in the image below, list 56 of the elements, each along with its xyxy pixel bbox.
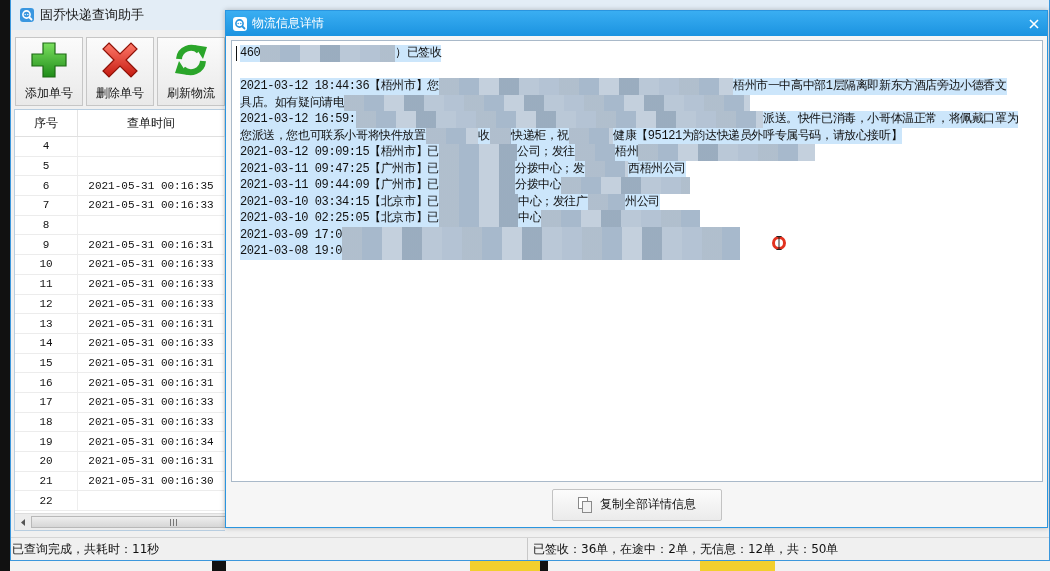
- window-title: 固乔快递查询助手: [40, 6, 144, 24]
- plus-icon: [31, 42, 67, 78]
- text-caret: [236, 46, 237, 61]
- table-cell: 4: [15, 137, 78, 156]
- caret-left-icon[interactable]: [20, 518, 25, 526]
- copy-icon: [578, 496, 592, 513]
- detail-text: 2021-03-11 09:44:09【广州市】已: [240, 177, 439, 194]
- toolbar-button[interactable]: 删除单号: [86, 37, 154, 106]
- refresh-icon: [173, 42, 209, 78]
- table-cell: 5: [15, 156, 78, 176]
- detail-text: 2021-03-12 18:44:36【梧州市】您: [240, 78, 439, 95]
- toolbar-button[interactable]: 添加单号: [15, 37, 83, 106]
- detail-text: 派送。快件已消毒，小哥体温正常，将佩戴口罩为: [763, 111, 1019, 128]
- text-cursor-icon: [771, 235, 787, 251]
- table-cell: 7: [15, 196, 78, 215]
- detail-text: 2021-03-08 19:0: [240, 243, 343, 260]
- detail-text: 分拨中心: [515, 177, 562, 194]
- detail-text: 中心: [518, 210, 542, 227]
- horizontal-scrollbar[interactable]: [15, 513, 225, 530]
- dialog-title: 物流信息详情: [252, 15, 325, 32]
- table-cell: 10: [15, 255, 78, 274]
- pixelated-redaction: [575, 144, 615, 161]
- table-cell: 13: [15, 314, 78, 333]
- details-text-field[interactable]: [231, 40, 1043, 482]
- detail-text: 2021-03-10 02:25:05【北京市】已: [240, 210, 439, 227]
- table-cell: 14: [15, 333, 78, 353]
- table-cell: 19: [15, 432, 78, 451]
- app-icon: [20, 8, 34, 22]
- table-cell: 18: [15, 412, 78, 432]
- table-cell: 8: [15, 215, 78, 235]
- close-icon[interactable]: [1029, 18, 1039, 29]
- detail-text: 公司；发往: [517, 144, 575, 161]
- detail-text: 梧州市一中高中部1层隔离即新东方酒店旁边小德香文: [733, 78, 1007, 95]
- status-summary: 已签收：36单，在途中：2单，无信息：12单，共：50单: [533, 540, 839, 558]
- detail-text: ）已签收: [395, 45, 442, 62]
- app-icon: [233, 16, 247, 31]
- detail-text: 收: [478, 127, 490, 144]
- table-cell: 21: [15, 471, 78, 491]
- detail-text: 2021-03-12 09:09:15【梧州市】已: [240, 144, 439, 161]
- cross-icon: [102, 42, 138, 78]
- detail-text: 2021-03-12 16:59:: [240, 111, 356, 128]
- table-cell: 16: [15, 373, 78, 392]
- table-cell: 17: [15, 392, 78, 412]
- table-cell: 15: [15, 353, 78, 373]
- table-cell: 9: [15, 235, 78, 255]
- copy-button[interactable]: 复制全部详情信息: [552, 488, 722, 521]
- detail-text: 梧州: [615, 144, 639, 161]
- table-cell: 6: [15, 176, 78, 196]
- status-text: 已查询完成，共耗时：11秒: [12, 540, 160, 558]
- toolbar-button[interactable]: 刷新物流: [157, 37, 225, 106]
- detail-text: 460: [240, 45, 261, 62]
- scrollbar-thumb[interactable]: [31, 516, 225, 528]
- table-cell: 12: [15, 294, 78, 314]
- table-cell: 22: [15, 491, 78, 511]
- table-cell: 20: [15, 452, 78, 471]
- table-cell: 11: [15, 274, 78, 294]
